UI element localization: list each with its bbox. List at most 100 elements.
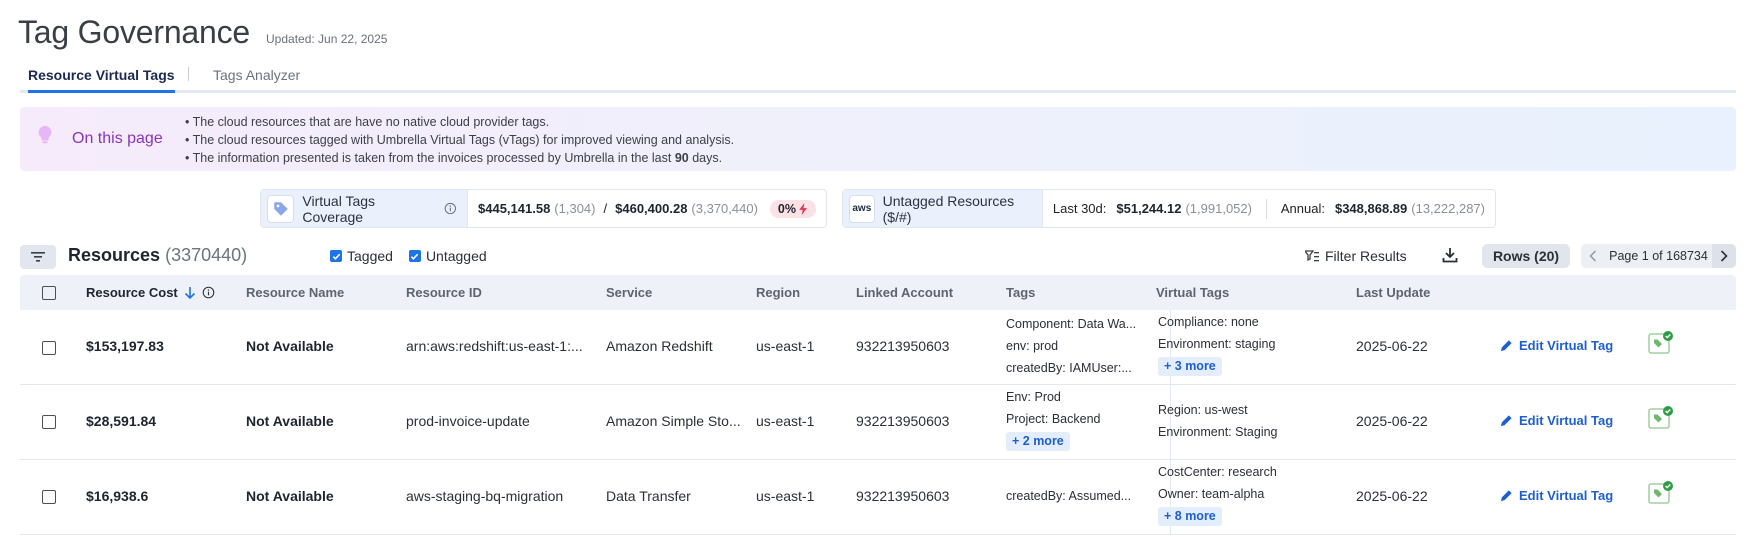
table-row: $16,938.6 Not Available aws-staging-bq-m…: [20, 460, 1736, 535]
cell-resource-name: Not Available: [246, 488, 334, 504]
chevron-right-icon: [1720, 250, 1728, 262]
cell-tags: createdBy: Assumed...: [1006, 489, 1132, 503]
cell-region: us-east-1: [756, 338, 815, 354]
table-row: $153,197.83 Not Available arn:aws:redshi…: [20, 310, 1736, 385]
tab-resource-virtual-tags[interactable]: Resource Virtual Tags: [28, 66, 175, 93]
cell-resource-name: Not Available: [246, 413, 334, 429]
untagged-checkbox[interactable]: Untagged: [408, 248, 487, 264]
untagged-card: aws Untagged Resources ($/#) Last 30d: $…: [842, 189, 1496, 228]
resources-title: Resources (3370440): [68, 245, 248, 265]
cell-service: Amazon Simple Sto...: [606, 413, 741, 429]
column-header-resource-cost[interactable]: Resource Cost: [86, 285, 215, 300]
pencil-icon: [1500, 340, 1512, 352]
column-header-tags[interactable]: Tags: [1006, 285, 1035, 300]
cell-resource-id: arn:aws:redshift:us-east-1:...: [406, 338, 583, 354]
cell-resource-cost: $16,938.6: [86, 488, 149, 504]
tag-filter-checkboxes: Tagged Untagged: [330, 248, 487, 264]
pencil-icon: [1500, 490, 1512, 502]
edit-virtual-tag-button[interactable]: Edit Virtual Tag: [1500, 338, 1613, 353]
column-header-virtual-tags[interactable]: Virtual Tags: [1156, 285, 1229, 300]
pagination: Page 1 of 168734: [1581, 244, 1736, 268]
column-header-resource-id[interactable]: Resource ID: [406, 285, 482, 300]
cell-tags: Component: Data Wa... env: prod createdB…: [1006, 317, 1137, 375]
table-row: $28,591.84 Not Available prod-invoice-up…: [20, 385, 1736, 460]
cell-linked-account: 932213950603: [856, 338, 950, 354]
cell-virtual-tags: Region: us-west Environment: Staging: [1158, 403, 1278, 439]
row-checkbox[interactable]: [42, 490, 56, 504]
tagged-checkbox[interactable]: Tagged: [330, 248, 393, 264]
cell-linked-account: 932213950603: [856, 488, 950, 504]
table-header: Resource Cost Resource Name Resource ID …: [20, 275, 1736, 310]
info-icon[interactable]: [202, 286, 215, 299]
cell-resource-name: Not Available: [246, 338, 334, 354]
tag-verified-icon[interactable]: [1648, 405, 1674, 429]
coverage-card: Virtual Tags Coverage $445,141.58 (1,304)…: [260, 189, 827, 228]
column-header-service[interactable]: Service: [606, 285, 652, 300]
info-icon[interactable]: [444, 202, 457, 215]
filter-results-button[interactable]: Filter Results: [1305, 248, 1407, 264]
cell-resource-cost: $153,197.83: [86, 338, 164, 354]
title-row: Tag Governance Updated: Jun 22, 2025: [18, 14, 387, 50]
cell-last-update: 2025-06-22: [1356, 338, 1428, 354]
select-all-checkbox[interactable]: [42, 286, 56, 300]
checkbox-checked-icon: [408, 250, 421, 262]
column-header-resource-name[interactable]: Resource Name: [246, 285, 344, 300]
page-indicator: Page 1 of 168734: [1609, 249, 1708, 263]
cell-region: us-east-1: [756, 488, 815, 504]
cell-virtual-tags: CostCenter: research Owner: team-alpha +…: [1158, 461, 1338, 527]
tab-bar: Resource Virtual Tags Tags Analyzer: [20, 63, 1736, 93]
tab-tags-analyzer[interactable]: Tags Analyzer: [213, 66, 300, 84]
info-line-2: • The cloud resources tagged with Umbrel…: [185, 133, 735, 147]
more-vtags-button[interactable]: + 8 more: [1158, 507, 1222, 526]
pencil-icon: [1500, 415, 1512, 427]
column-header-linked-account[interactable]: Linked Account: [856, 285, 953, 300]
resources-table: Resource Cost Resource Name Resource ID …: [20, 275, 1736, 535]
filter-toggle-button[interactable]: [20, 245, 56, 269]
cell-service: Amazon Redshift: [606, 338, 713, 354]
sort-desc-icon[interactable]: [184, 286, 196, 300]
untagged-label: Untagged Resources ($/#): [882, 192, 1015, 225]
lightbulb-icon: [38, 125, 52, 144]
edit-virtual-tag-button[interactable]: Edit Virtual Tag: [1500, 413, 1613, 428]
prev-page-button[interactable]: [1581, 244, 1605, 268]
cell-resource-id: prod-invoice-update: [406, 413, 530, 429]
lightning-icon: [799, 202, 807, 215]
edit-virtual-tag-button[interactable]: Edit Virtual Tag: [1500, 488, 1613, 503]
resources-toolbar: Resources (3370440) Tagged Untagged Filt…: [20, 243, 1736, 273]
untagged-annual: Annual: $348,868.89 (13,222,287): [1280, 201, 1485, 216]
row-checkbox[interactable]: [42, 415, 56, 429]
info-title: On this page: [72, 130, 163, 147]
cell-resource-id: aws-staging-bq-migration: [406, 488, 564, 504]
tag-verified-icon[interactable]: [1648, 480, 1674, 504]
column-header-region[interactable]: Region: [756, 285, 800, 300]
info-lines: • The cloud resources that are have no n…: [185, 113, 734, 167]
cell-last-update: 2025-06-22: [1356, 488, 1428, 504]
coverage-percent-badge: 0%: [769, 199, 816, 218]
filter-icon: [31, 252, 45, 262]
cell-tags: Env: Prod Project: Backend + 2 more: [1006, 386, 1146, 452]
info-banner: On this page • The cloud resources that …: [20, 107, 1736, 171]
page-title: Tag Governance: [18, 14, 251, 50]
tag-icon: [267, 194, 295, 223]
cell-virtual-tags: Compliance: none Environment: staging + …: [1158, 311, 1338, 377]
download-icon[interactable]: [1442, 247, 1458, 263]
tab-separator: [188, 67, 189, 81]
untagged-label-box: aws Untagged Resources ($/#): [843, 190, 1043, 227]
coverage-label-box: Virtual Tags Coverage: [261, 190, 468, 227]
row-checkbox[interactable]: [42, 341, 56, 355]
updated-label: Updated: Jun 22, 2025: [266, 32, 388, 46]
next-page-button[interactable]: [1711, 244, 1736, 268]
cell-last-update: 2025-06-22: [1356, 413, 1428, 429]
untagged-last30: Last 30d: $51,244.12 (1,991,052): [1052, 201, 1252, 216]
more-tags-button[interactable]: + 2 more: [1006, 432, 1070, 451]
more-vtags-button[interactable]: + 3 more: [1158, 357, 1222, 376]
filter-list-icon: [1305, 250, 1319, 262]
tag-verified-icon[interactable]: [1648, 330, 1674, 354]
column-header-last-update[interactable]: Last Update: [1356, 285, 1430, 300]
chevron-left-icon: [1589, 250, 1597, 262]
rows-per-page-button[interactable]: Rows (20): [1482, 244, 1570, 268]
divider: [1265, 198, 1267, 219]
cell-region: us-east-1: [756, 413, 815, 429]
info-line-3: • The information presented is taken fro…: [185, 151, 723, 165]
aws-icon: aws: [849, 194, 875, 223]
